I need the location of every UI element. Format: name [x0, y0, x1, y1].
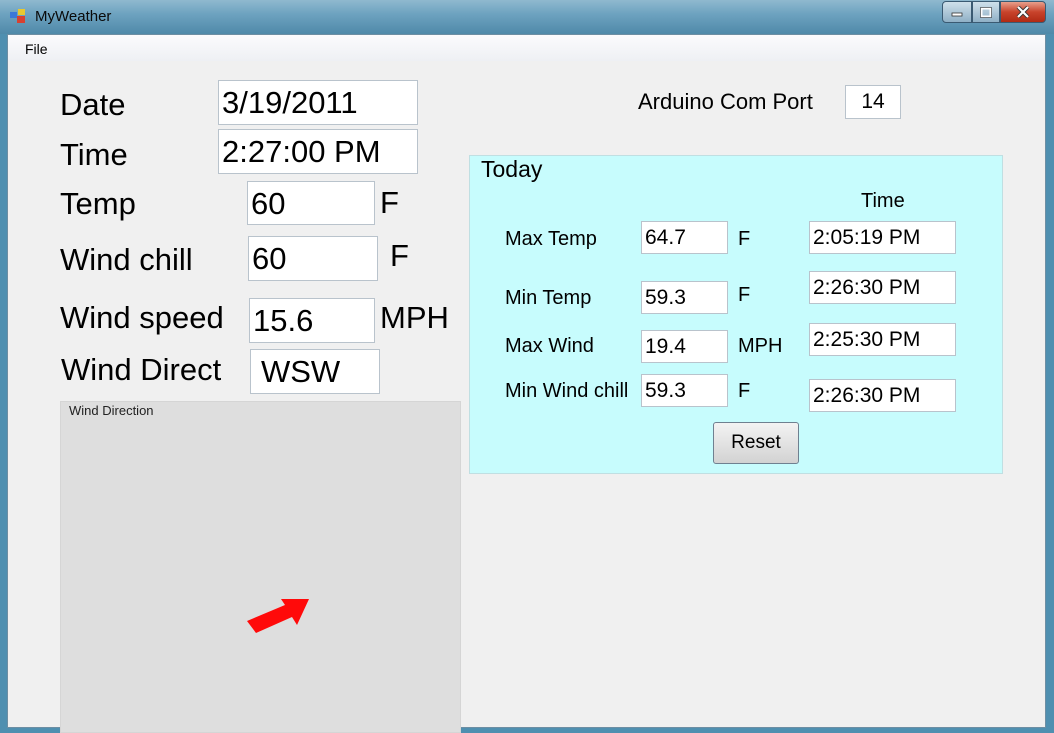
- time-column-header: Time: [861, 190, 905, 212]
- minimize-button[interactable]: [942, 1, 972, 23]
- min-wind-chill-label: Min Wind chill: [505, 380, 629, 402]
- wind-direction-arrow-icon: [247, 599, 309, 633]
- wind-chill-field[interactable]: 60: [248, 236, 378, 281]
- wind-direction-label: Wind Direction: [69, 403, 154, 418]
- reset-button[interactable]: Reset: [713, 422, 799, 464]
- min-temp-field[interactable]: 59.3: [641, 281, 728, 314]
- com-port-label: Arduino Com Port: [638, 89, 813, 114]
- title-bar[interactable]: MyWeather: [0, 0, 1054, 34]
- date-field[interactable]: 3/19/2011: [218, 80, 418, 125]
- window-title: MyWeather: [35, 8, 112, 25]
- wind-direct-field[interactable]: WSW: [250, 349, 380, 394]
- today-panel: Today Time Max Temp 64.7 F 2:05:19 PM Mi…: [469, 155, 1003, 474]
- wind-chill-unit: F: [390, 238, 409, 273]
- app-icon: [10, 9, 25, 23]
- max-wind-time-field[interactable]: 2:25:30 PM: [809, 323, 956, 356]
- menu-file[interactable]: File: [25, 41, 48, 57]
- temp-unit: F: [380, 185, 399, 220]
- temp-field[interactable]: 60: [247, 181, 375, 225]
- wind-speed-label: Wind speed: [60, 300, 224, 335]
- wind-speed-field[interactable]: 15.6: [249, 298, 375, 343]
- min-wind-chill-field[interactable]: 59.3: [641, 374, 728, 407]
- min-wind-chill-unit: F: [738, 380, 751, 402]
- max-temp-field[interactable]: 64.7: [641, 221, 728, 254]
- client-area: File Date 3/19/2011 Time 2:27:00 PM Temp…: [7, 34, 1046, 733]
- time-label: Time: [60, 137, 128, 172]
- max-wind-label: Max Wind: [505, 335, 594, 357]
- temp-label: Temp: [60, 186, 136, 221]
- com-port-field[interactable]: 14: [845, 85, 901, 119]
- max-temp-unit: F: [738, 228, 751, 250]
- maximize-button[interactable]: [972, 1, 1000, 23]
- wind-chill-label: Wind chill: [60, 242, 193, 277]
- today-label: Today: [481, 156, 543, 182]
- date-label: Date: [60, 87, 126, 122]
- wind-speed-unit: MPH: [380, 300, 449, 335]
- min-wind-chill-time-field[interactable]: 2:26:30 PM: [809, 379, 956, 412]
- close-icon: [1016, 6, 1030, 18]
- wind-direction-panel: Wind Direction: [60, 401, 461, 733]
- time-field[interactable]: 2:27:00 PM: [218, 129, 418, 174]
- max-temp-time-field[interactable]: 2:05:19 PM: [809, 221, 956, 254]
- max-temp-label: Max Temp: [505, 228, 597, 250]
- max-wind-unit: MPH: [738, 335, 783, 357]
- max-wind-field[interactable]: 19.4: [641, 330, 728, 363]
- menu-bar: File: [8, 35, 1045, 61]
- min-temp-unit: F: [738, 284, 751, 306]
- wind-direct-label: Wind Direct: [61, 352, 222, 387]
- close-button[interactable]: [1000, 1, 1046, 23]
- minimize-icon: [951, 12, 963, 17]
- min-temp-label: Min Temp: [505, 287, 592, 309]
- min-temp-time-field[interactable]: 2:26:30 PM: [809, 271, 956, 304]
- maximize-icon: [980, 6, 992, 18]
